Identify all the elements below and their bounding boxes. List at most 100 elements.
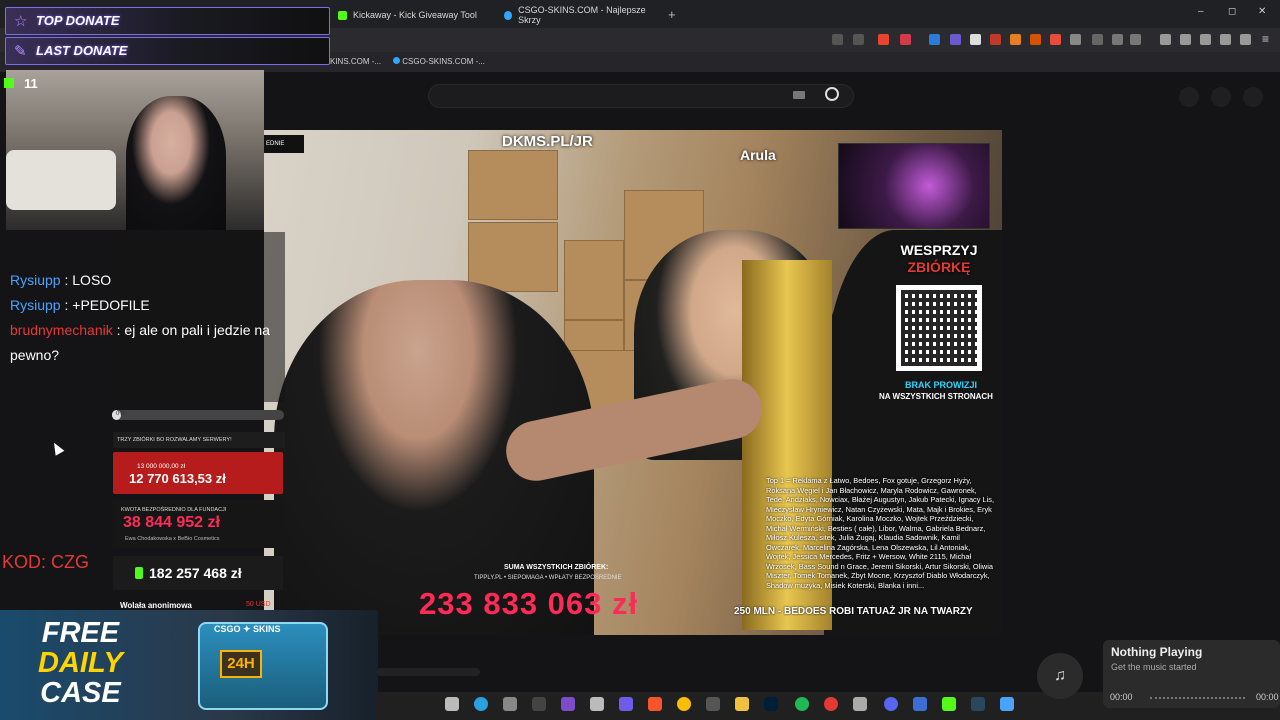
goal-amount: 13 000 000,00 zł (137, 463, 186, 470)
tab-kickaway[interactable]: Kickaway - Kick Giveaway Tool (330, 4, 490, 26)
rewards-icon[interactable] (900, 34, 911, 45)
chat-message: brudnymechanik : ej ale on pali i jedzie… (10, 318, 280, 368)
extension-icon[interactable] (1130, 34, 1141, 45)
avatar[interactable] (1243, 87, 1263, 107)
media-progress[interactable] (1150, 697, 1245, 700)
three-fundraisers-label: TRZY ZBIÓRKI BO ROZWALAMY SERWERY! (113, 432, 285, 448)
chat-icon[interactable] (1211, 87, 1231, 107)
extension-icon[interactable] (1092, 34, 1103, 45)
app-icon[interactable] (706, 697, 720, 711)
video-scrubber[interactable] (376, 668, 480, 676)
all-sites-label: NA WSZYSTKICH STRONACH (879, 392, 993, 401)
chat-text: : LOSO (64, 272, 112, 288)
tab-csgo-skins[interactable]: CSGO-SKINS.COM - Najlepsze Skrzy (496, 4, 664, 26)
leo-icon[interactable] (1220, 34, 1231, 45)
share-icon[interactable] (853, 34, 864, 45)
last-donate-label: LAST DONATE (36, 43, 128, 58)
chest-brand: CSGO ✦ SKINS (214, 624, 281, 634)
menu-icon[interactable]: ≡ (1262, 32, 1269, 46)
folder-icon[interactable] (735, 697, 749, 711)
extension-icon[interactable] (929, 34, 940, 45)
free-text: FREE (41, 617, 120, 649)
new-tab-button[interactable]: + (660, 3, 684, 25)
notifications-icon[interactable] (1179, 87, 1199, 107)
app-icon[interactable] (619, 697, 633, 711)
page-icon[interactable] (832, 34, 843, 45)
app-icon[interactable] (561, 697, 575, 711)
arula-label: Arula (740, 147, 776, 163)
keyboard-icon[interactable] (793, 91, 805, 99)
app-icon[interactable] (1000, 697, 1014, 711)
music-note-icon[interactable]: ♫ (1037, 653, 1083, 699)
qr-code-icon (896, 285, 982, 371)
chat-username[interactable]: Rysiupp (10, 272, 61, 288)
unity-icon[interactable] (590, 697, 604, 711)
chat-username[interactable]: brudnymechanik (10, 322, 113, 338)
extension-icon[interactable] (950, 34, 961, 45)
start-icon[interactable] (445, 697, 459, 711)
media-subtitle: Get the music started (1111, 662, 1197, 672)
extension-icon[interactable] (970, 34, 981, 45)
steam-icon[interactable] (971, 697, 985, 711)
search-icon[interactable] (825, 87, 839, 101)
extension-icon[interactable] (1010, 34, 1021, 45)
direct-label: KWOTA BEZPOŚREDNIO DLA FUNDACJI (121, 507, 227, 513)
support-heading: WESPRZYJ ZBIÓRKĘ (876, 242, 1002, 276)
bookmark-item[interactable]: KINS.COM -... (330, 57, 381, 66)
total-label: SUMA WSZYSTKICH ZBIÓREK: (504, 564, 609, 571)
close-button[interactable]: ✕ (1258, 6, 1266, 17)
extension-icon[interactable] (1070, 34, 1081, 45)
csgo-skins-icon (504, 10, 513, 20)
sidebar-icon[interactable] (1180, 34, 1191, 45)
extension-icon[interactable] (990, 34, 1001, 45)
minimize-button[interactable]: – (1198, 6, 1204, 17)
search-input[interactable] (428, 84, 854, 108)
overlay-strip: EDNIE (264, 135, 304, 153)
extension-icon[interactable] (1050, 34, 1061, 45)
extension-icon[interactable] (1112, 34, 1123, 45)
extension-icon[interactable] (1030, 34, 1041, 45)
zbiorke-text: ZBIÓRKĘ (907, 259, 971, 275)
photoshop-icon[interactable] (764, 697, 778, 711)
discord-icon[interactable] (884, 697, 898, 711)
settings-icon[interactable] (853, 697, 867, 711)
fundraiser-box-3: 182 257 468 zł (113, 556, 283, 590)
top-donate-bar: ☆ TOP DONATE (5, 7, 330, 35)
app-icon[interactable] (824, 697, 838, 711)
chrome-icon[interactable] (677, 697, 691, 711)
raised-amount: 38 844 952 zł (123, 514, 220, 531)
brave-icon[interactable] (648, 697, 662, 711)
fundraiser-box-2: KWOTA BEZPOŚREDNIO DLA FUNDACJI 38 844 9… (113, 500, 283, 548)
spotify-icon[interactable] (795, 697, 809, 711)
kick-icon[interactable] (942, 697, 956, 711)
cardboard-box (468, 150, 558, 220)
maximize-button[interactable]: ◻ (1228, 6, 1236, 17)
chat-username[interactable]: Rysiupp (10, 297, 61, 313)
daily-text: DAILY (38, 647, 123, 679)
siepomaga-icon (135, 567, 143, 579)
app-icon[interactable] (532, 697, 546, 711)
media-time-start: 00:00 (1110, 692, 1133, 702)
chat-text: : +PEDOFILE (64, 297, 150, 313)
kick-icon (4, 78, 14, 88)
wallet-icon[interactable] (1200, 34, 1211, 45)
case-text: CASE (40, 677, 121, 709)
total-amount: 233 833 063 zł (419, 586, 639, 621)
cardboard-box (564, 240, 624, 320)
star-icon: ☆ (14, 13, 28, 30)
chat-panel: Rysiupp : LOSO Rysiupp : +PEDOFILE brudn… (10, 268, 280, 368)
top-donate-label: TOP DONATE (36, 13, 120, 28)
telegram-icon[interactable] (474, 697, 488, 711)
stream-video[interactable]: EDNIE DKMS.PL/JR Arula WESPRZYJ ZBIÓRKĘ … (264, 130, 1002, 635)
camera-icon[interactable] (503, 697, 517, 711)
brave-shield-icon[interactable] (878, 34, 889, 45)
chat-message: Rysiupp : +PEDOFILE (10, 293, 280, 318)
kick-icon (338, 10, 347, 20)
sponsor-label: Ewa Chodakowska x BeBio Cosmetics (125, 536, 220, 542)
app-icon[interactable] (913, 697, 927, 711)
media-time-end: 00:00 (1256, 692, 1279, 702)
bookmark-item[interactable]: CSGO-SKINS.COM -... (393, 57, 485, 66)
settings-icon[interactable] (1240, 34, 1251, 45)
raised-amount: 182 257 468 zł (149, 565, 242, 581)
music-icon[interactable] (1160, 34, 1171, 45)
